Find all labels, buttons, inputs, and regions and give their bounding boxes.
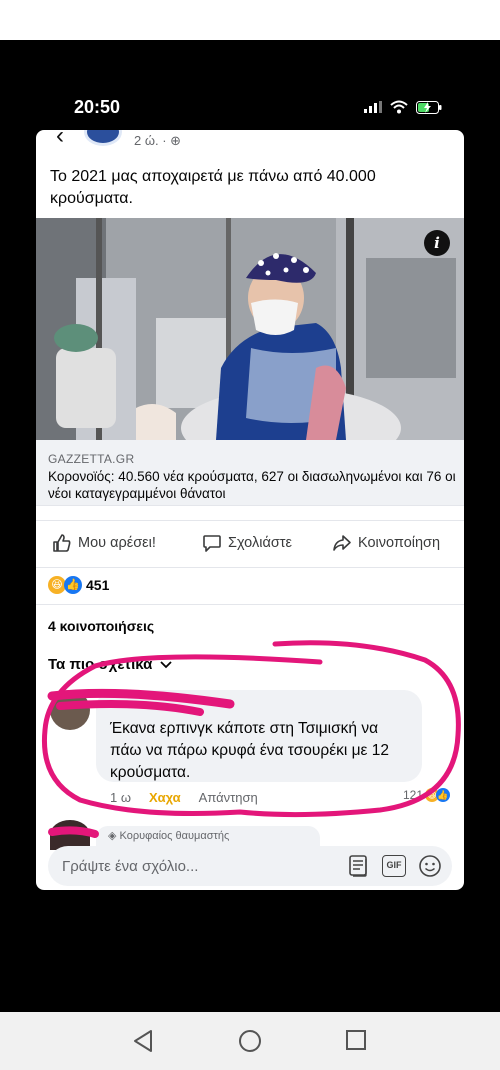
- link-domain: GAZZETTA.GR: [48, 452, 135, 466]
- post-photo[interactable]: i: [36, 218, 464, 440]
- like-reaction-icon: 👍: [64, 576, 82, 594]
- like-label: Μου αρέσει!: [78, 535, 156, 551]
- link-preview[interactable]: GAZZETTA.GR Κορονοϊός: 40.560 νέα κρούσμ…: [36, 440, 464, 506]
- post-header: ‹ 2 ώ. · ⊕: [36, 130, 464, 152]
- info-icon[interactable]: i: [424, 230, 450, 256]
- comment-sort-dropdown[interactable]: Τα πιο σχετικά: [48, 656, 173, 673]
- divider: [36, 604, 464, 605]
- post-actions: Μου αρέσει! Σχολιάστε Κοινοποίηση: [36, 520, 464, 568]
- comment-reply-button[interactable]: Απάντηση: [199, 790, 258, 805]
- comment-time: 1 ω: [110, 790, 131, 805]
- diamond-icon: ◈: [108, 830, 117, 842]
- post-meta: 2 ώ. · ⊕: [134, 133, 181, 149]
- chevron-down-icon: [160, 660, 173, 668]
- reactions-summary[interactable]: 😆 👍 451: [48, 576, 109, 594]
- status-bar: 20:50: [0, 80, 500, 130]
- comment-bubble-icon: [203, 535, 221, 552]
- comment-input-placeholder: Γράψτε ένα σχόλιο...: [62, 858, 199, 875]
- thumbs-up-icon: [53, 534, 71, 552]
- post-time: 2 ώ. ·: [134, 133, 167, 148]
- post-card: ‹ 2 ώ. · ⊕ Το 2021 μας αποχαιρετά με πάν…: [36, 130, 464, 890]
- top-fan-label: Κορυφαίος θαυμαστής: [119, 830, 230, 842]
- page-avatar[interactable]: [84, 130, 122, 146]
- status-time: 20:50: [74, 97, 121, 117]
- link-title: Κορονοϊός: 40.560 νέα κρούσματα, 627 οι …: [48, 469, 456, 501]
- comment-haha-button[interactable]: Χαχα: [149, 790, 181, 805]
- signal-icon: [364, 101, 382, 113]
- system-navigation-bar: [0, 1012, 500, 1070]
- back-nav-icon[interactable]: [132, 1029, 154, 1053]
- composer-icons: GIF: [348, 854, 442, 878]
- top-fan-badge: ◈ Κορυφαίος θαυμαστής: [96, 826, 320, 846]
- battery-charging-icon: [416, 100, 442, 114]
- globe-icon: ⊕: [170, 133, 182, 148]
- comment-meta: 1 ω Χαχα Απάντηση: [110, 790, 258, 805]
- share-label: Κοινοποίηση: [358, 535, 441, 551]
- comment-label: Σχολιάστε: [228, 535, 292, 551]
- like-button[interactable]: Μου αρέσει!: [52, 533, 156, 553]
- comment-button[interactable]: Σχολιάστε: [202, 533, 292, 553]
- nurse-photo: [36, 218, 464, 440]
- home-nav-icon[interactable]: [238, 1029, 262, 1053]
- like-reaction-icon: 👍: [436, 788, 450, 802]
- share-button[interactable]: Κοινοποίηση: [332, 533, 440, 553]
- reactions-count: 451: [86, 577, 110, 593]
- emoji-icon[interactable]: [418, 854, 442, 878]
- top-white-strip: [0, 0, 500, 40]
- back-chevron-icon[interactable]: ‹: [56, 130, 64, 150]
- comment-reactions[interactable]: 121 😆 👍: [403, 788, 450, 802]
- comment-text: Έκανα ερπινγκ κάποτε στη Τσιμισκή να πάω…: [110, 720, 389, 781]
- shares-count[interactable]: 4 κοινοποιήσεις: [48, 618, 154, 634]
- comment-reaction-count: 121: [402, 788, 423, 802]
- status-icons: [364, 100, 442, 114]
- comment-bubble: Έκανα ερπινγκ κάποτε στη Τσιμισκή να πάω…: [96, 690, 422, 782]
- recents-nav-icon[interactable]: [345, 1029, 367, 1051]
- comment-composer[interactable]: Γράψτε ένα σχόλιο... GIF: [48, 846, 452, 886]
- gif-icon[interactable]: GIF: [382, 855, 406, 877]
- post-text: Το 2021 μας αποχαιρετά με πάνω από 40.00…: [50, 168, 376, 207]
- commenter-avatar[interactable]: [50, 690, 90, 730]
- comment-sort-label: Τα πιο σχετικά: [48, 656, 153, 673]
- wifi-icon: [390, 100, 408, 114]
- share-arrow-icon: [333, 535, 351, 551]
- sticker-icon[interactable]: [348, 854, 370, 878]
